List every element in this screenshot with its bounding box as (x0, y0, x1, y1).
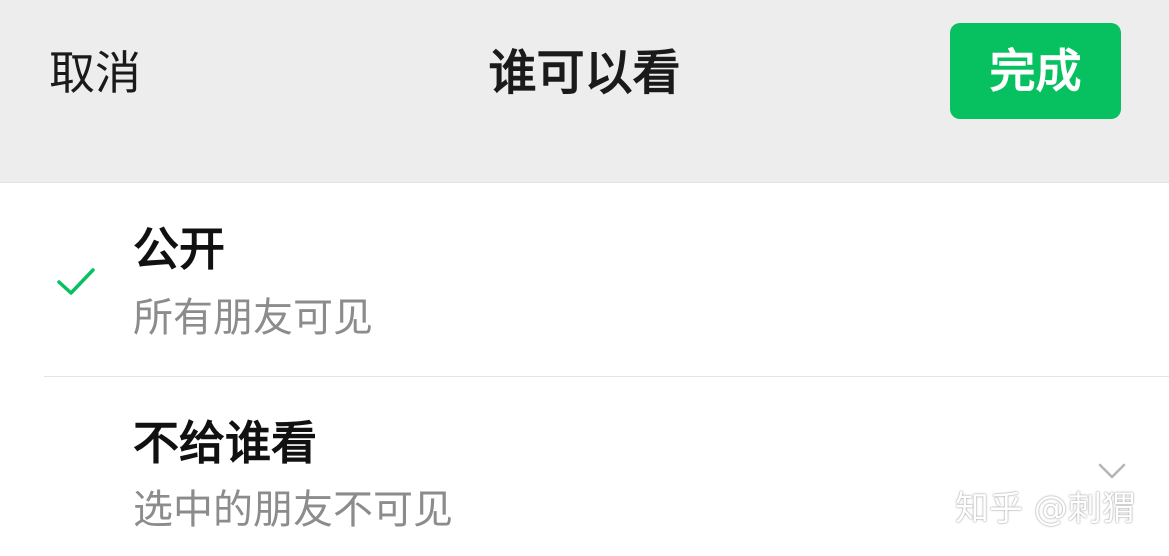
option-hide-from-subtitle: 选中的朋友不可见 (133, 487, 453, 533)
page-title-text: 谁可以看 (488, 45, 681, 101)
watermark: 知乎 @刺猬 (955, 489, 1136, 529)
nav-bar: 取消 谁可以看 完成 (0, 0, 1169, 182)
check-icon (57, 268, 95, 295)
option-public-title: 公开 (133, 222, 225, 276)
option-hide-from-title: 不给谁看 (133, 416, 317, 470)
who-can-see-screen: 取消 谁可以看 完成 公开 所有朋友可见 不给谁看 选中的朋友不可见 知乎 @刺… (0, 0, 1169, 556)
done-button[interactable]: 完成 (950, 23, 1121, 119)
option-public-subtitle: 所有朋友可见 (133, 295, 373, 341)
option-public[interactable]: 公开 所有朋友可见 (0, 183, 1169, 376)
chevron-down-icon[interactable] (1097, 461, 1127, 481)
